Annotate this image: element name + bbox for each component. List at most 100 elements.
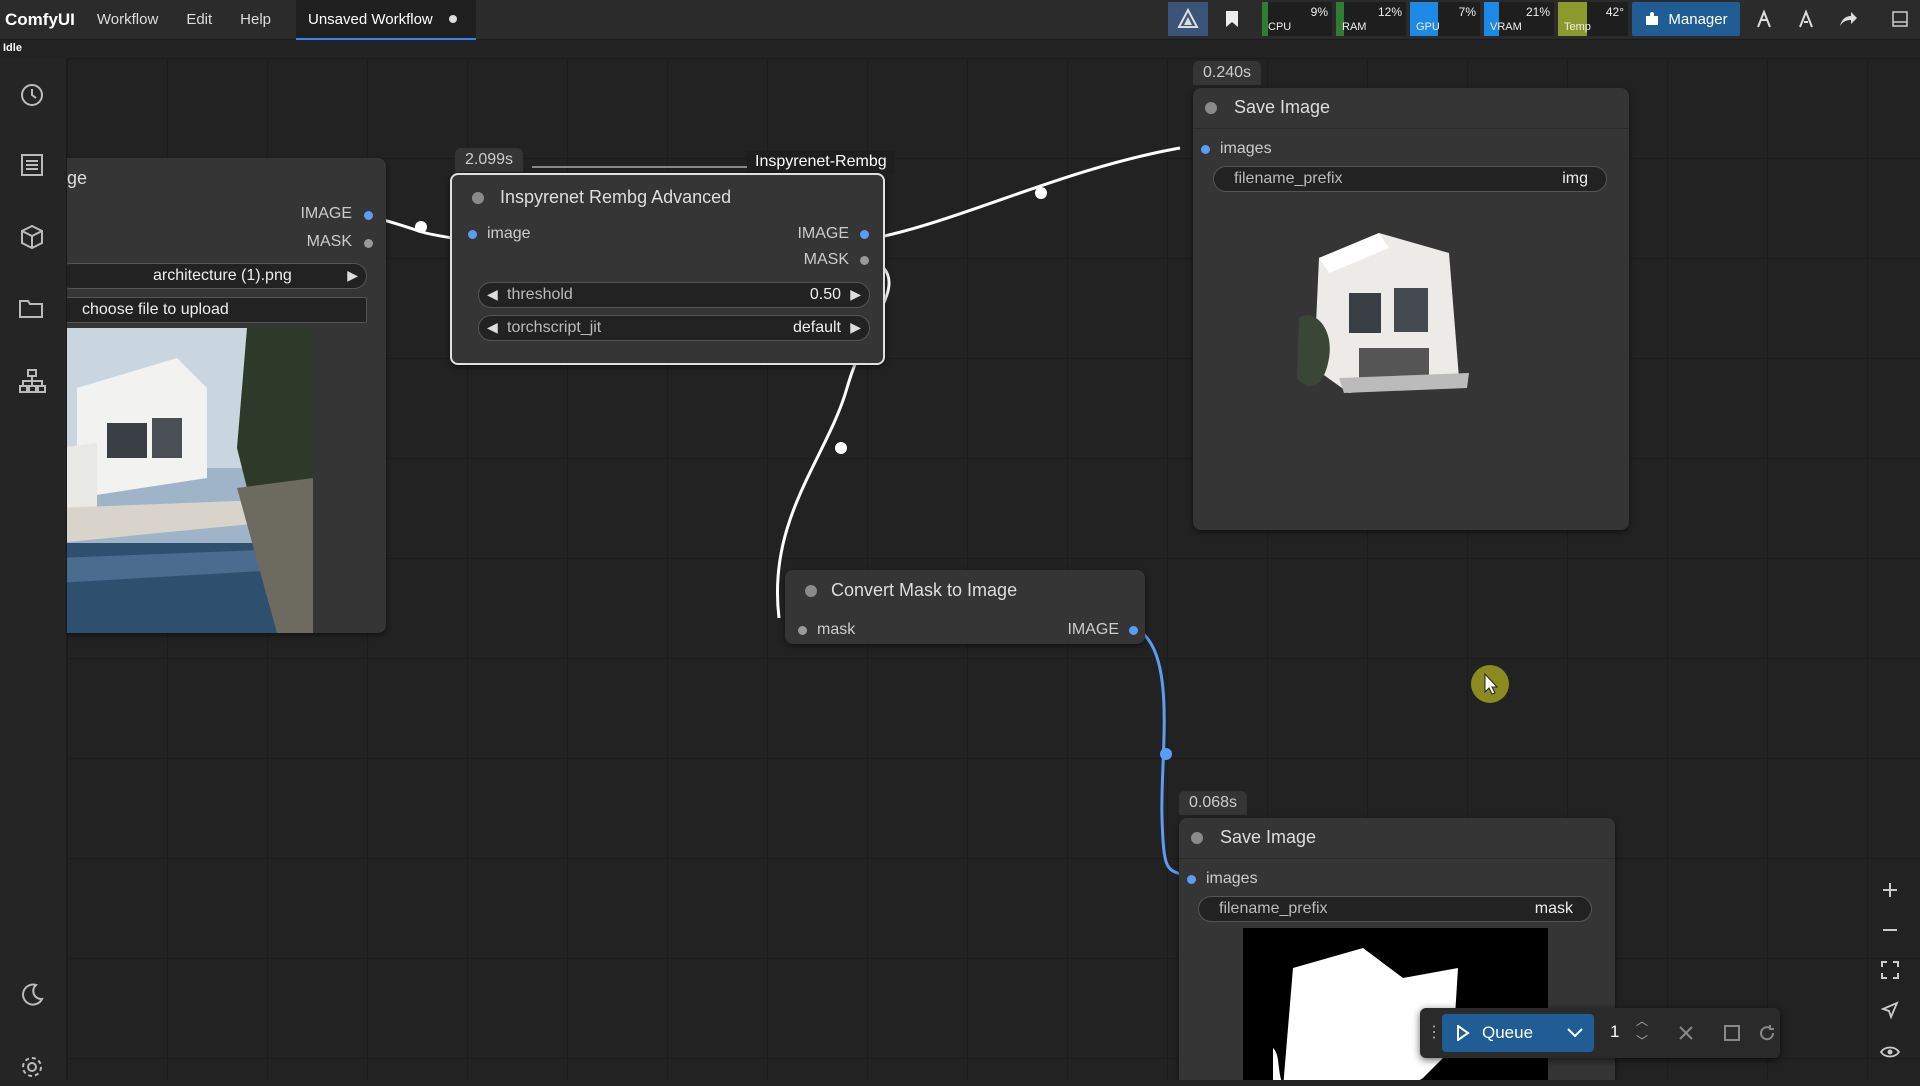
drag-handle-icon[interactable]: ⋮ [1426, 1022, 1442, 1042]
arrow-right-icon[interactable]: ▶ [850, 286, 861, 303]
output-slot-image[interactable] [860, 230, 869, 239]
output-slot-mask[interactable] [860, 256, 869, 265]
input-label-images: images [1220, 140, 1272, 157]
output-slot-image[interactable] [364, 211, 373, 220]
input-label-mask: mask [817, 621, 856, 638]
fit-view-icon[interactable] [1870, 952, 1910, 988]
threshold-widget[interactable]: ◀ threshold 0.50 ▶ [478, 282, 870, 308]
refresh-icon[interactable] [1758, 1024, 1776, 1042]
crystools-logo-icon[interactable] [1168, 2, 1208, 36]
bookmark-icon[interactable] [1212, 2, 1252, 36]
inspyrenet-rembg-node[interactable]: Inspyrenet Rembg Advanced image IMAGE MA… [450, 173, 885, 365]
model-share-icon[interactable] [1786, 2, 1826, 36]
title-divider [1193, 128, 1629, 129]
threshold-label: threshold [507, 286, 573, 303]
node-title: Inspyrenet Rembg Advanced [500, 187, 732, 207]
node-title: Convert Mask to Image [831, 580, 1018, 600]
threshold-value: 0.50 [809, 286, 841, 303]
share-arrow-icon[interactable] [1828, 2, 1868, 36]
cpu-monitor: 9% CPU [1262, 2, 1332, 36]
toggle-link-visibility-icon[interactable] [1870, 1034, 1910, 1070]
queue-label: Queue [1482, 1023, 1534, 1042]
queue-list-icon[interactable] [13, 146, 51, 184]
prefix-label: filename_prefix [1234, 170, 1343, 187]
gpu-monitor: 7% GPU [1410, 2, 1480, 36]
decrement-icon[interactable]: ﹀ [1636, 1032, 1648, 1049]
group-label: Inspyrenet-Rembg [747, 151, 895, 173]
app-logo: ComfyUI [5, 9, 75, 29]
node-library-icon[interactable] [13, 362, 51, 400]
upload-button[interactable]: choose file to upload [67, 297, 367, 323]
folder-icon[interactable] [13, 290, 51, 328]
gpu-label: GPU [1416, 21, 1440, 33]
window-toggle-icon[interactable] [1880, 2, 1920, 36]
output-label-mask: MASK [803, 251, 849, 268]
theme-moon-icon[interactable] [13, 976, 51, 1014]
stop-square-icon[interactable] [1724, 1025, 1740, 1041]
input-slot-image[interactable] [468, 230, 477, 239]
node-status-dot [1205, 102, 1217, 114]
link-midpoint [1160, 748, 1172, 760]
output-slot-image[interactable] [1129, 626, 1138, 635]
menu-help[interactable]: Help [240, 11, 271, 28]
prefix-label: filename_prefix [1219, 900, 1328, 917]
arrow-left-icon[interactable]: ◀ [487, 319, 498, 336]
mouse-cursor-icon [1471, 665, 1509, 703]
queue-panel: ⋮ Queue 1 ︿ ﹀ [1420, 1008, 1780, 1058]
output-label-image: IMAGE [797, 225, 849, 242]
cancel-x-icon[interactable] [1678, 1025, 1694, 1041]
jit-value: default [792, 319, 841, 336]
convert-mask-to-image-node[interactable]: Convert Mask to Image mask IMAGE [785, 570, 1145, 644]
link-midpoint [835, 442, 847, 454]
play-icon [1457, 1025, 1470, 1041]
gpu-value: 7% [1458, 5, 1476, 19]
load-image-node[interactable]: ge IMAGE MASK architecture (1).png ▶ cho… [67, 158, 386, 633]
arrow-left-icon[interactable]: ◀ [487, 286, 498, 303]
torchscript-jit-widget[interactable]: ◀ torchscript_jit default ▶ [478, 315, 870, 341]
input-slot-images[interactable] [1187, 875, 1196, 884]
unsaved-dot-icon [448, 15, 457, 23]
arrow-right-icon[interactable]: ▶ [347, 267, 358, 284]
temp-monitor: 42° Temp [1558, 2, 1628, 36]
node-canvas[interactable]: ge IMAGE MASK architecture (1).png ▶ cho… [67, 58, 1920, 1080]
chevron-down-icon[interactable] [1566, 1027, 1584, 1039]
node-status-dot [472, 192, 484, 204]
prefix-value: img [1562, 170, 1588, 187]
input-slot-mask[interactable] [798, 626, 807, 635]
node-title: Save Image [1220, 827, 1317, 847]
history-icon[interactable] [13, 76, 51, 114]
settings-gear-icon[interactable] [13, 1048, 51, 1086]
rembg-time-badge: 2.099s [455, 148, 524, 172]
save1-time-badge: 0.240s [1193, 61, 1262, 85]
temp-label: Temp [1564, 21, 1591, 33]
model-cube-icon[interactable] [13, 218, 51, 256]
select-pointer-icon[interactable] [1870, 992, 1910, 1028]
filename-prefix-widget[interactable]: filename_prefix img [1213, 166, 1607, 192]
menu-edit[interactable]: Edit [186, 11, 212, 28]
input-slot-images[interactable] [1201, 145, 1210, 154]
queue-button[interactable]: Queue [1442, 1014, 1594, 1052]
workflow-tab-title: Unsaved Workflow [308, 10, 433, 28]
node-share-icon[interactable] [1744, 2, 1784, 36]
tab-unsaved-workflow[interactable]: Unsaved Workflow [296, 0, 476, 40]
image-file-select[interactable]: architecture (1).png ▶ [67, 263, 367, 289]
prefix-value: mask [1534, 900, 1573, 917]
increment-icon[interactable]: ︿ [1636, 1012, 1648, 1029]
vram-value: 21% [1525, 5, 1550, 19]
save2-time-badge: 0.068s [1179, 791, 1248, 815]
manager-button[interactable]: Manager [1632, 2, 1740, 36]
cpu-label: CPU [1268, 21, 1292, 33]
queue-count-input[interactable]: 1 [1610, 1022, 1619, 1042]
manager-label: Manager [1668, 10, 1728, 28]
zoom-out-icon[interactable] [1870, 912, 1910, 948]
cpu-value: 9% [1310, 5, 1328, 19]
output-slot-mask[interactable] [364, 239, 373, 248]
output-image-preview [1297, 233, 1469, 393]
arrow-right-icon[interactable]: ▶ [850, 319, 861, 336]
save-image-node-1[interactable]: Save Image images filename_prefix img [1193, 88, 1629, 530]
filename-prefix-widget[interactable]: filename_prefix mask [1198, 896, 1592, 922]
zoom-in-icon[interactable] [1870, 872, 1910, 908]
output-label-image: IMAGE [300, 205, 352, 222]
menu-workflow[interactable]: Workflow [97, 11, 158, 28]
status-text: Idle [3, 42, 22, 54]
